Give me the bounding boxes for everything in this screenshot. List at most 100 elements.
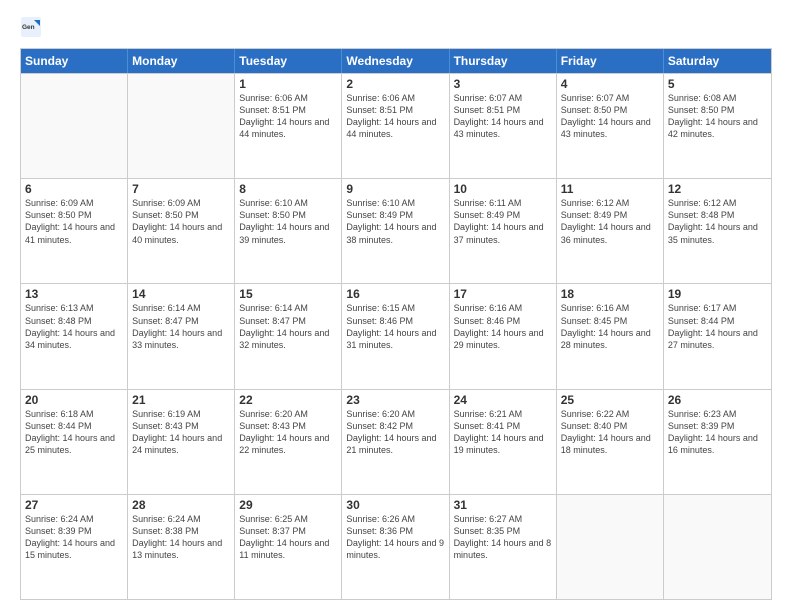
calendar-cell: 1Sunrise: 6:06 AM Sunset: 8:51 PM Daylig… — [235, 74, 342, 178]
cell-info: Sunrise: 6:14 AM Sunset: 8:47 PM Dayligh… — [239, 302, 337, 351]
cell-info: Sunrise: 6:20 AM Sunset: 8:42 PM Dayligh… — [346, 408, 444, 457]
day-number: 8 — [239, 182, 337, 196]
calendar-cell — [664, 495, 771, 599]
calendar-cell: 17Sunrise: 6:16 AM Sunset: 8:46 PM Dayli… — [450, 284, 557, 388]
calendar-row-4: 20Sunrise: 6:18 AM Sunset: 8:44 PM Dayli… — [21, 389, 771, 494]
cell-info: Sunrise: 6:07 AM Sunset: 8:50 PM Dayligh… — [561, 92, 659, 141]
calendar-cell: 24Sunrise: 6:21 AM Sunset: 8:41 PM Dayli… — [450, 390, 557, 494]
calendar-cell: 2Sunrise: 6:06 AM Sunset: 8:51 PM Daylig… — [342, 74, 449, 178]
day-number: 24 — [454, 393, 552, 407]
calendar-cell: 5Sunrise: 6:08 AM Sunset: 8:50 PM Daylig… — [664, 74, 771, 178]
calendar-cell: 22Sunrise: 6:20 AM Sunset: 8:43 PM Dayli… — [235, 390, 342, 494]
cell-info: Sunrise: 6:12 AM Sunset: 8:49 PM Dayligh… — [561, 197, 659, 246]
header-day-tuesday: Tuesday — [235, 49, 342, 73]
calendar-row-3: 13Sunrise: 6:13 AM Sunset: 8:48 PM Dayli… — [21, 283, 771, 388]
day-number: 21 — [132, 393, 230, 407]
day-number: 14 — [132, 287, 230, 301]
day-number: 26 — [668, 393, 767, 407]
day-number: 29 — [239, 498, 337, 512]
cell-info: Sunrise: 6:18 AM Sunset: 8:44 PM Dayligh… — [25, 408, 123, 457]
cell-info: Sunrise: 6:27 AM Sunset: 8:35 PM Dayligh… — [454, 513, 552, 562]
day-number: 3 — [454, 77, 552, 91]
day-number: 27 — [25, 498, 123, 512]
calendar-row-1: 1Sunrise: 6:06 AM Sunset: 8:51 PM Daylig… — [21, 73, 771, 178]
calendar: SundayMondayTuesdayWednesdayThursdayFrid… — [20, 48, 772, 600]
day-number: 30 — [346, 498, 444, 512]
calendar-cell: 18Sunrise: 6:16 AM Sunset: 8:45 PM Dayli… — [557, 284, 664, 388]
calendar-cell: 4Sunrise: 6:07 AM Sunset: 8:50 PM Daylig… — [557, 74, 664, 178]
day-number: 23 — [346, 393, 444, 407]
day-number: 25 — [561, 393, 659, 407]
day-number: 6 — [25, 182, 123, 196]
logo: Gen — [20, 16, 46, 38]
cell-info: Sunrise: 6:06 AM Sunset: 8:51 PM Dayligh… — [239, 92, 337, 141]
cell-info: Sunrise: 6:11 AM Sunset: 8:49 PM Dayligh… — [454, 197, 552, 246]
day-number: 9 — [346, 182, 444, 196]
cell-info: Sunrise: 6:07 AM Sunset: 8:51 PM Dayligh… — [454, 92, 552, 141]
cell-info: Sunrise: 6:16 AM Sunset: 8:45 PM Dayligh… — [561, 302, 659, 351]
svg-text:Gen: Gen — [22, 24, 35, 31]
calendar-cell: 20Sunrise: 6:18 AM Sunset: 8:44 PM Dayli… — [21, 390, 128, 494]
day-number: 18 — [561, 287, 659, 301]
header-day-sunday: Sunday — [21, 49, 128, 73]
cell-info: Sunrise: 6:19 AM Sunset: 8:43 PM Dayligh… — [132, 408, 230, 457]
day-number: 2 — [346, 77, 444, 91]
header-day-friday: Friday — [557, 49, 664, 73]
calendar-cell: 30Sunrise: 6:26 AM Sunset: 8:36 PM Dayli… — [342, 495, 449, 599]
calendar-cell: 28Sunrise: 6:24 AM Sunset: 8:38 PM Dayli… — [128, 495, 235, 599]
cell-info: Sunrise: 6:24 AM Sunset: 8:38 PM Dayligh… — [132, 513, 230, 562]
logo-icon: Gen — [20, 16, 42, 38]
calendar-cell: 7Sunrise: 6:09 AM Sunset: 8:50 PM Daylig… — [128, 179, 235, 283]
cell-info: Sunrise: 6:15 AM Sunset: 8:46 PM Dayligh… — [346, 302, 444, 351]
calendar-cell: 27Sunrise: 6:24 AM Sunset: 8:39 PM Dayli… — [21, 495, 128, 599]
day-number: 17 — [454, 287, 552, 301]
day-number: 5 — [668, 77, 767, 91]
cell-info: Sunrise: 6:10 AM Sunset: 8:50 PM Dayligh… — [239, 197, 337, 246]
calendar-cell: 8Sunrise: 6:10 AM Sunset: 8:50 PM Daylig… — [235, 179, 342, 283]
header-day-thursday: Thursday — [450, 49, 557, 73]
cell-info: Sunrise: 6:16 AM Sunset: 8:46 PM Dayligh… — [454, 302, 552, 351]
calendar-cell: 31Sunrise: 6:27 AM Sunset: 8:35 PM Dayli… — [450, 495, 557, 599]
calendar-cell: 21Sunrise: 6:19 AM Sunset: 8:43 PM Dayli… — [128, 390, 235, 494]
calendar-header: SundayMondayTuesdayWednesdayThursdayFrid… — [21, 49, 771, 73]
cell-info: Sunrise: 6:26 AM Sunset: 8:36 PM Dayligh… — [346, 513, 444, 562]
day-number: 4 — [561, 77, 659, 91]
day-number: 28 — [132, 498, 230, 512]
day-number: 15 — [239, 287, 337, 301]
calendar-cell: 3Sunrise: 6:07 AM Sunset: 8:51 PM Daylig… — [450, 74, 557, 178]
calendar-cell — [557, 495, 664, 599]
calendar-cell: 15Sunrise: 6:14 AM Sunset: 8:47 PM Dayli… — [235, 284, 342, 388]
day-number: 10 — [454, 182, 552, 196]
cell-info: Sunrise: 6:21 AM Sunset: 8:41 PM Dayligh… — [454, 408, 552, 457]
header: Gen — [20, 16, 772, 38]
day-number: 20 — [25, 393, 123, 407]
cell-info: Sunrise: 6:09 AM Sunset: 8:50 PM Dayligh… — [25, 197, 123, 246]
calendar-row-5: 27Sunrise: 6:24 AM Sunset: 8:39 PM Dayli… — [21, 494, 771, 599]
page: Gen SundayMondayTuesdayWednesdayThursday… — [0, 0, 792, 612]
cell-info: Sunrise: 6:17 AM Sunset: 8:44 PM Dayligh… — [668, 302, 767, 351]
cell-info: Sunrise: 6:20 AM Sunset: 8:43 PM Dayligh… — [239, 408, 337, 457]
calendar-body: 1Sunrise: 6:06 AM Sunset: 8:51 PM Daylig… — [21, 73, 771, 599]
day-number: 12 — [668, 182, 767, 196]
calendar-cell — [128, 74, 235, 178]
cell-info: Sunrise: 6:12 AM Sunset: 8:48 PM Dayligh… — [668, 197, 767, 246]
cell-info: Sunrise: 6:22 AM Sunset: 8:40 PM Dayligh… — [561, 408, 659, 457]
day-number: 31 — [454, 498, 552, 512]
calendar-cell: 25Sunrise: 6:22 AM Sunset: 8:40 PM Dayli… — [557, 390, 664, 494]
header-day-monday: Monday — [128, 49, 235, 73]
calendar-cell: 10Sunrise: 6:11 AM Sunset: 8:49 PM Dayli… — [450, 179, 557, 283]
cell-info: Sunrise: 6:24 AM Sunset: 8:39 PM Dayligh… — [25, 513, 123, 562]
calendar-cell: 11Sunrise: 6:12 AM Sunset: 8:49 PM Dayli… — [557, 179, 664, 283]
calendar-cell — [21, 74, 128, 178]
calendar-cell: 29Sunrise: 6:25 AM Sunset: 8:37 PM Dayli… — [235, 495, 342, 599]
calendar-cell: 6Sunrise: 6:09 AM Sunset: 8:50 PM Daylig… — [21, 179, 128, 283]
calendar-cell: 23Sunrise: 6:20 AM Sunset: 8:42 PM Dayli… — [342, 390, 449, 494]
header-day-saturday: Saturday — [664, 49, 771, 73]
calendar-cell: 12Sunrise: 6:12 AM Sunset: 8:48 PM Dayli… — [664, 179, 771, 283]
cell-info: Sunrise: 6:14 AM Sunset: 8:47 PM Dayligh… — [132, 302, 230, 351]
day-number: 1 — [239, 77, 337, 91]
day-number: 13 — [25, 287, 123, 301]
calendar-cell: 13Sunrise: 6:13 AM Sunset: 8:48 PM Dayli… — [21, 284, 128, 388]
cell-info: Sunrise: 6:13 AM Sunset: 8:48 PM Dayligh… — [25, 302, 123, 351]
calendar-row-2: 6Sunrise: 6:09 AM Sunset: 8:50 PM Daylig… — [21, 178, 771, 283]
